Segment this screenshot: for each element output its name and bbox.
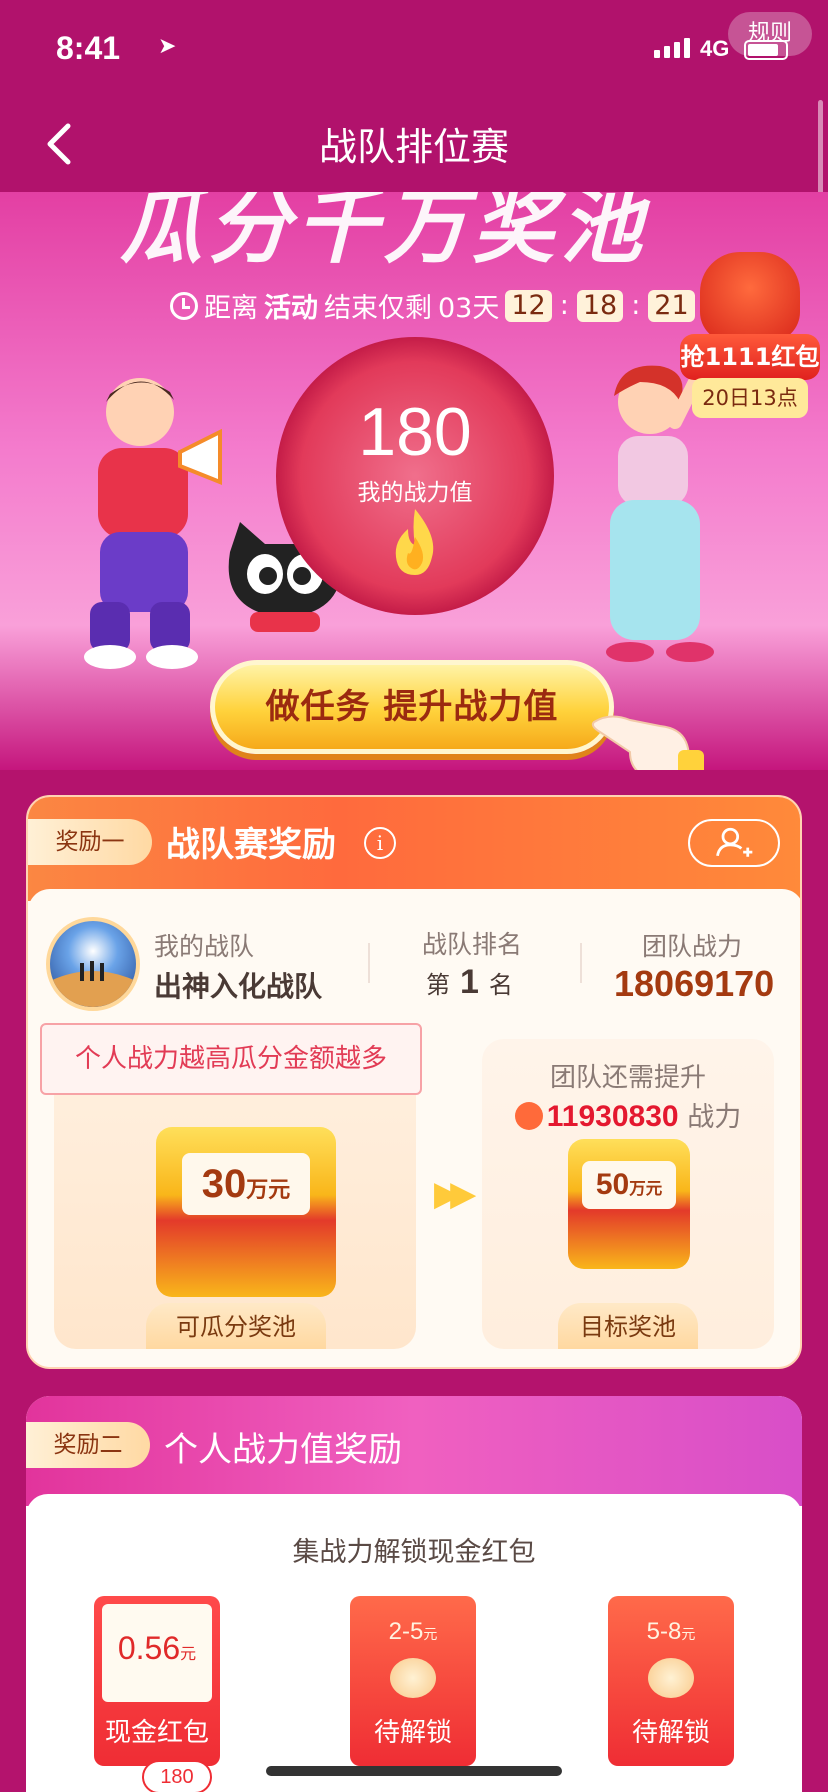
current-pool-number: 30 bbox=[201, 1162, 247, 1206]
my-power-value: 180 bbox=[358, 394, 472, 470]
countdown-hours: 12 bbox=[505, 289, 552, 322]
hero-banner: 瓜分千万奖池 距离活动结束仅剩 03天 12:18:21 180 我的战力值 bbox=[0, 192, 828, 770]
pointing-hand-icon bbox=[591, 715, 704, 770]
red-packet-locked[interactable]: 5-8元 待解锁 bbox=[608, 1596, 734, 1766]
rank-number: 1 bbox=[460, 963, 479, 1001]
coin-icon bbox=[648, 1658, 694, 1698]
team-rank-label: 战队排名 bbox=[422, 930, 523, 959]
packet-state: 待解锁 bbox=[373, 1718, 452, 1748]
personal-reward-header: 奖励二 个人战力值奖励 bbox=[26, 1396, 802, 1506]
lucky-bag-icon bbox=[700, 252, 800, 342]
personal-reward-card: 奖励二 个人战力值奖励 集战力解锁现金红包 0.56元 现金红包 180 2-5… bbox=[26, 1396, 802, 1792]
page-title: 战队排位赛 bbox=[318, 125, 509, 169]
reward-two-tag: 奖励二 bbox=[26, 1422, 150, 1468]
packet-state: 现金红包 bbox=[104, 1718, 209, 1748]
signal-icon bbox=[654, 38, 690, 58]
need-number: 11930830 bbox=[546, 1100, 679, 1133]
target-pool-unit: 万元 bbox=[629, 1180, 663, 1198]
power-medal: 180 我的战力值 bbox=[276, 337, 554, 615]
reward-one-tag: 奖励一 bbox=[28, 819, 152, 865]
red-packet-promo[interactable]: 抢1111红包 20日13点 bbox=[680, 252, 820, 418]
team-reward-body: 我的战队 出神入化战队 战队排名 第1名 团队战力 18069170 个人战力越… bbox=[28, 889, 800, 1367]
countdown-bold: 活动 bbox=[264, 293, 318, 324]
team-reward-title: 战队赛奖励 bbox=[166, 825, 336, 865]
current-pool-label: 可瓜分奖池 bbox=[146, 1303, 326, 1349]
red-packet-unlocked[interactable]: 0.56元 现金红包 180 bbox=[94, 1596, 220, 1792]
red-packet-time: 20日13点 bbox=[692, 378, 808, 418]
my-team-name[interactable]: 出神入化战队 bbox=[154, 965, 322, 1005]
power-tip: 个人战力越高瓜分金额越多 bbox=[40, 1023, 422, 1095]
countdown-prefix: 距离 bbox=[204, 293, 258, 324]
red-packet-locked[interactable]: 2-5元 待解锁 bbox=[350, 1596, 476, 1766]
do-tasks-button[interactable]: 做任务 提升战力值 bbox=[210, 660, 614, 754]
flame-icon bbox=[395, 509, 434, 575]
rank-suffix: 名 bbox=[488, 971, 513, 999]
coin-icon bbox=[390, 1658, 436, 1698]
nav-bar: 战队排位赛 bbox=[0, 96, 828, 192]
team-reward-header: 奖励一 战队赛奖励 i bbox=[28, 797, 800, 901]
banner-headline: 瓜分千万奖池 bbox=[120, 192, 648, 275]
countdown-days: 03天 bbox=[438, 293, 500, 324]
treasure-chest-target: 50万元 bbox=[568, 1139, 690, 1269]
current-pool-unit: 万元 bbox=[246, 1177, 291, 1202]
add-user-icon bbox=[716, 827, 753, 857]
add-member-button[interactable] bbox=[688, 819, 780, 867]
rules-button[interactable]: 规则 bbox=[728, 12, 812, 56]
target-pool-number: 50 bbox=[595, 1168, 630, 1201]
fire-icon bbox=[514, 1102, 543, 1130]
team-rank-value: 第1名 bbox=[426, 963, 513, 1002]
personal-reward-subtitle: 集战力解锁现金红包 bbox=[292, 1537, 536, 1568]
packet-amount: 0.56元 bbox=[117, 1630, 197, 1666]
network-type: 4G bbox=[700, 36, 730, 61]
countdown-minutes: 18 bbox=[576, 289, 624, 322]
packet-amount: 5-8元 bbox=[646, 1618, 696, 1645]
target-pool-label: 目标奖池 bbox=[558, 1303, 698, 1349]
divider bbox=[580, 943, 582, 983]
need-boost-value: 11930830 战力 bbox=[482, 1095, 774, 1134]
status-bar: 8:41 ➤ 4G 规则 bbox=[0, 0, 828, 96]
info-icon[interactable]: i bbox=[364, 827, 396, 859]
packet-state: 待解锁 bbox=[631, 1718, 710, 1748]
my-team-label: 我的战队 bbox=[154, 932, 255, 961]
personal-reward-title: 个人战力值奖励 bbox=[164, 1430, 402, 1470]
double-arrow-icon: ▶▶ bbox=[434, 1174, 476, 1214]
home-indicator[interactable] bbox=[266, 1766, 562, 1776]
treasure-chest-current: 30万元 bbox=[156, 1127, 336, 1297]
team-avatar[interactable] bbox=[46, 917, 140, 1011]
countdown-mid: 结束仅剩 bbox=[324, 293, 432, 324]
packet-power-badge: 180 bbox=[142, 1760, 212, 1792]
red-packet-title: 抢1111红包 bbox=[680, 334, 820, 380]
countdown: 距离 活动 结束仅剩 03天 12:18:21 bbox=[170, 286, 695, 325]
team-reward-card: 奖励一 战队赛奖励 i 我的战队 出神入化战队 战队排名 第1名 团队战力 18… bbox=[26, 795, 802, 1369]
status-time: 8:41 bbox=[56, 30, 121, 66]
current-pool-amount: 30万元 bbox=[182, 1153, 310, 1215]
team-power-label: 团队战力 bbox=[642, 932, 743, 961]
target-pool-amount: 50万元 bbox=[582, 1161, 676, 1209]
clock-icon bbox=[170, 291, 198, 320]
packet-amount: 2-5元 bbox=[388, 1618, 438, 1645]
megaphone-boy-illustration bbox=[84, 378, 222, 669]
divider bbox=[368, 943, 370, 983]
need-unit: 战力 bbox=[687, 1102, 742, 1133]
team-power-value: 18069170 bbox=[614, 963, 775, 1004]
location-arrow-icon: ➤ bbox=[158, 34, 177, 59]
need-boost-label: 团队还需提升 bbox=[549, 1063, 706, 1093]
personal-reward-body: 集战力解锁现金红包 0.56元 现金红包 180 2-5元 待解锁 5-8元 待… bbox=[26, 1494, 802, 1792]
rank-prefix: 第 bbox=[426, 971, 450, 999]
my-power-label: 我的战力值 bbox=[357, 480, 473, 506]
